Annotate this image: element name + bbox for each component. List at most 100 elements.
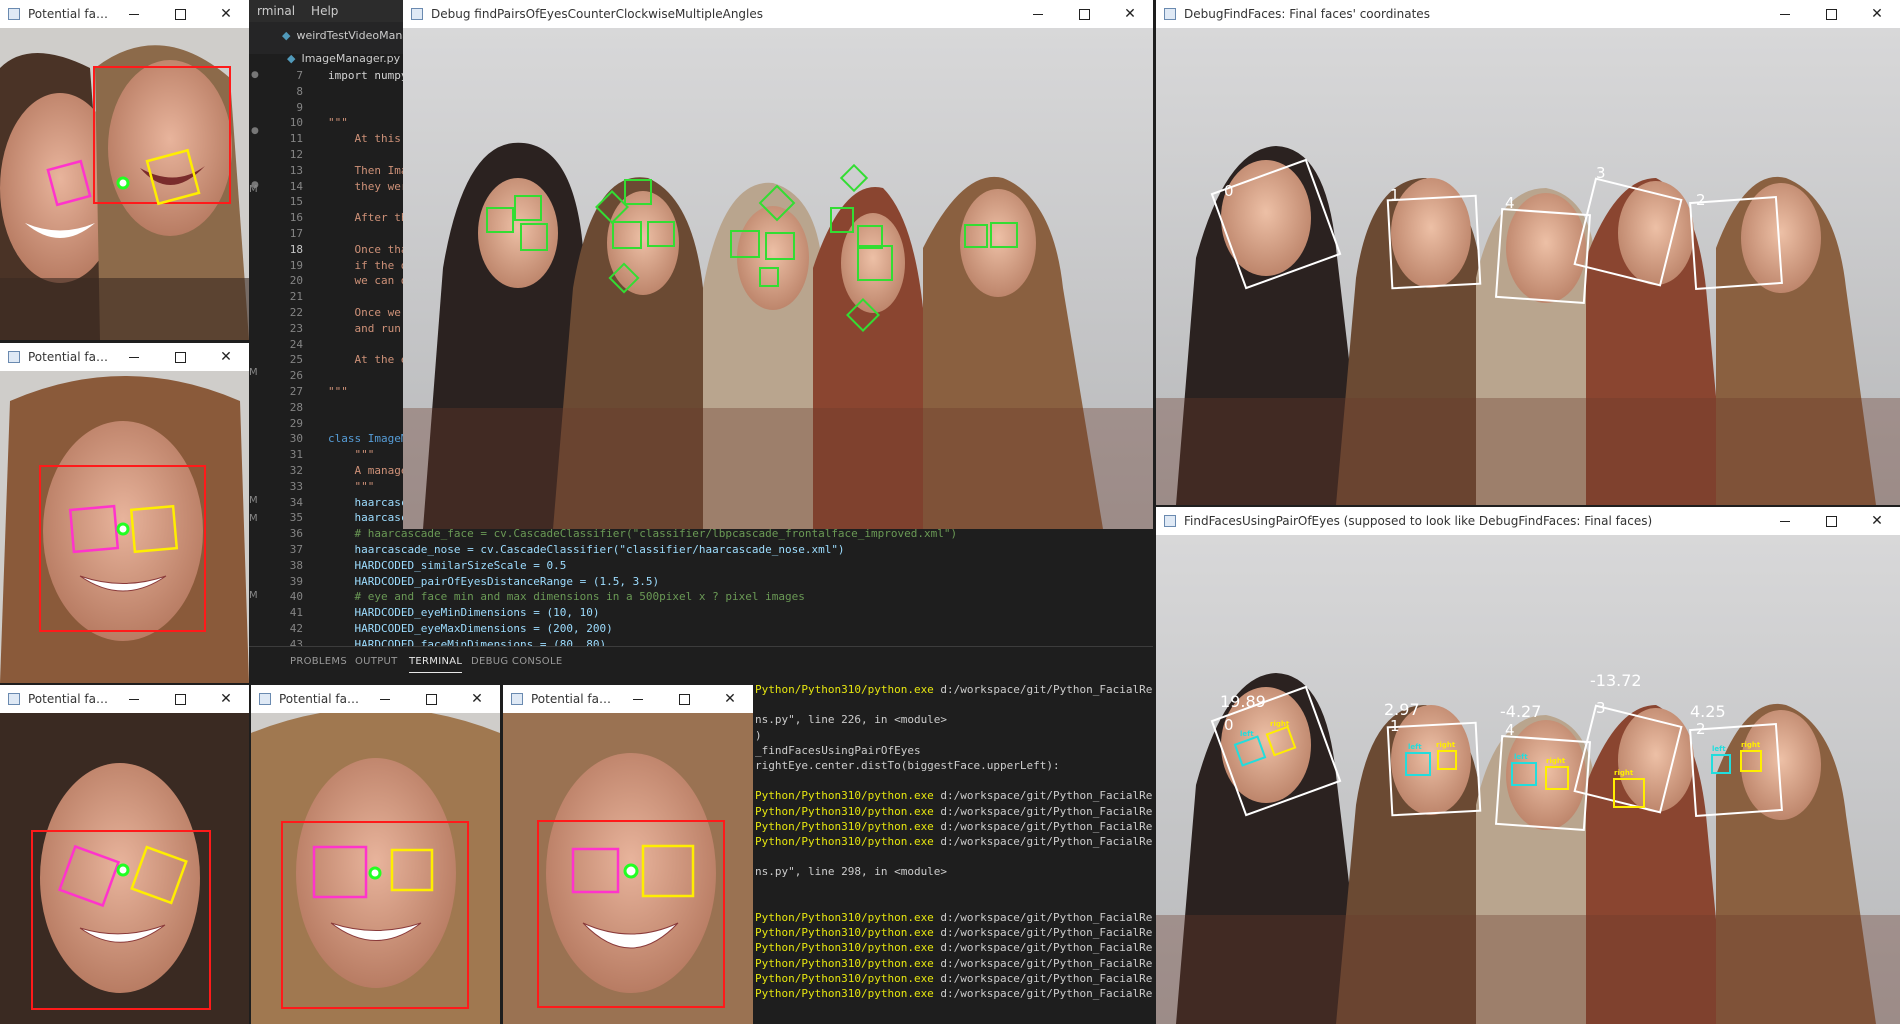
scm-dot: ● bbox=[251, 70, 259, 80]
menu-item-help[interactable]: Help bbox=[303, 4, 346, 18]
minimize-button[interactable] bbox=[362, 685, 408, 713]
line-number: 23 bbox=[289, 321, 303, 335]
terminal-text: ) bbox=[755, 728, 762, 742]
maximize-button[interactable] bbox=[1061, 0, 1107, 28]
terminal-text: d:/workspace/git/Python_FacialReg/test bbox=[940, 987, 1153, 1000]
code-line: HARDCODED_pairOfEyesDistanceRange = (1.5… bbox=[328, 574, 660, 588]
app-icon bbox=[8, 8, 20, 20]
terminal-command: Python/Python310/python.exe bbox=[755, 789, 934, 803]
terminal-line: ) bbox=[755, 728, 762, 743]
face-index-label: 1 bbox=[1390, 186, 1400, 204]
minimize-icon bbox=[129, 13, 139, 15]
terminal-text: _findFacesUsingPairOfEyes bbox=[755, 743, 921, 757]
close-button[interactable]: ✕ bbox=[454, 685, 500, 713]
line-number: 26 bbox=[289, 369, 303, 383]
title-bar[interactable]: Debug findPairsOfEyesCounterClockwiseMul… bbox=[403, 0, 1153, 28]
minimize-icon bbox=[129, 356, 139, 358]
right-eye-label: right bbox=[1741, 741, 1761, 749]
title-bar[interactable]: Potential face 5 ✕ bbox=[0, 343, 249, 371]
minimize-icon bbox=[633, 698, 643, 700]
line-number: 19 bbox=[289, 258, 303, 272]
terminal-line: Python/Python310/python.exe d:/workspace… bbox=[755, 971, 1153, 986]
maximize-button[interactable] bbox=[408, 685, 454, 713]
tab-weird-test-video-manager[interactable]: ◆ weirdTestVideoManag bbox=[282, 24, 416, 46]
tab-output[interactable]: OUTPUT bbox=[355, 656, 398, 667]
face-crop-image bbox=[0, 28, 249, 340]
terminal-command: Python/Python310/python.exe bbox=[755, 941, 934, 955]
tab-debug-console[interactable]: DEBUG CONSOLE bbox=[471, 656, 562, 667]
face-angle-label: 4.25 bbox=[1690, 702, 1726, 721]
title-bar[interactable]: Potential face 3 ✕ bbox=[503, 685, 753, 713]
tab-terminal[interactable]: TERMINAL bbox=[409, 656, 463, 673]
face-index-label: 1 bbox=[1390, 717, 1400, 735]
minimize-button[interactable] bbox=[1762, 507, 1808, 535]
line-number: 38 bbox=[289, 558, 303, 572]
terminal-command: Python/Python310/python.exe bbox=[755, 926, 934, 940]
face-index-label: 4 bbox=[1505, 721, 1515, 739]
line-number: 36 bbox=[289, 527, 303, 541]
title-bar[interactable]: FindFacesUsingPairOfEyes (supposed to lo… bbox=[1156, 507, 1900, 535]
line-number: 40 bbox=[289, 590, 303, 604]
tab-problems[interactable]: PROBLEMS bbox=[290, 656, 347, 667]
breadcrumb[interactable]: ◆ImageManager.py› bbox=[287, 48, 409, 68]
menu-item-terminal[interactable]: rminal bbox=[249, 4, 303, 18]
minimize-icon bbox=[1780, 520, 1790, 522]
group-photo-final-faces-image: 0 1 4 3 2 bbox=[1156, 28, 1900, 505]
minimize-icon bbox=[129, 698, 139, 700]
minimize-button[interactable] bbox=[1015, 0, 1061, 28]
left-eye-label: left bbox=[1240, 730, 1254, 738]
app-icon bbox=[8, 351, 20, 363]
close-button[interactable]: ✕ bbox=[1854, 507, 1900, 535]
minimize-button[interactable] bbox=[111, 343, 157, 371]
modified-marker: M bbox=[249, 495, 258, 506]
code-line: # eye and face min and max dimensions in… bbox=[328, 590, 805, 604]
title-bar[interactable]: Potential face 1 ✕ bbox=[0, 685, 249, 713]
maximize-button[interactable] bbox=[157, 685, 203, 713]
maximize-button[interactable] bbox=[1808, 0, 1854, 28]
minimize-button[interactable] bbox=[111, 685, 157, 713]
maximize-button[interactable] bbox=[157, 0, 203, 28]
face-index-label: 2 bbox=[1696, 191, 1706, 209]
minimize-button[interactable] bbox=[1762, 0, 1808, 28]
python-file-icon: ◆ bbox=[287, 51, 296, 65]
close-button[interactable]: ✕ bbox=[203, 685, 249, 713]
face-crop-image bbox=[0, 713, 249, 1024]
line-number: 34 bbox=[289, 495, 303, 509]
right-eye-label: right bbox=[1436, 741, 1456, 749]
terminal-line: Python/Python310/python.exe d:/workspace… bbox=[755, 940, 1153, 955]
window-title: DebugFindFaces: Final faces' coordinates bbox=[1184, 7, 1430, 21]
face-index-label: 4 bbox=[1505, 194, 1515, 212]
face-index-label: 3 bbox=[1596, 699, 1606, 717]
line-number: 13 bbox=[289, 163, 303, 177]
face-angle-label: 19.89 bbox=[1220, 692, 1266, 711]
face-angle-label: -13.72 bbox=[1590, 671, 1642, 690]
maximize-button[interactable] bbox=[157, 343, 203, 371]
close-icon: ✕ bbox=[1871, 6, 1883, 22]
close-button[interactable]: ✕ bbox=[1854, 0, 1900, 28]
close-icon: ✕ bbox=[220, 6, 232, 22]
terminal-text: d:/workspace/git/Python_FacialReg/test bbox=[940, 789, 1153, 803]
close-button[interactable]: ✕ bbox=[1107, 0, 1153, 28]
terminal-text: d:/workspace/git/Python_FacialReg/test bbox=[940, 819, 1153, 833]
title-bar[interactable]: DebugFindFaces: Final faces' coordinates… bbox=[1156, 0, 1900, 28]
terminal-command: Python/Python310/python.exe bbox=[755, 956, 934, 970]
line-number: 35 bbox=[289, 511, 303, 525]
close-button[interactable]: ✕ bbox=[203, 343, 249, 371]
window-potential-face-5: Potential face 5 ✕ bbox=[0, 343, 249, 683]
terminal-text: d:/workspace/git/Python_FacialReg/test bbox=[940, 911, 1153, 924]
terminal-command: Python/Python310/python.exe bbox=[755, 804, 934, 818]
minimize-button[interactable] bbox=[615, 685, 661, 713]
window-potential-face-4: Potential face 4 ✕ bbox=[0, 0, 249, 340]
window-title: Potential face 1 bbox=[28, 692, 111, 706]
title-bar[interactable]: Potential face 4 ✕ bbox=[0, 0, 249, 28]
title-bar[interactable]: Potential face 2 ✕ bbox=[251, 685, 500, 713]
line-number: 32 bbox=[289, 463, 303, 477]
minimize-button[interactable] bbox=[111, 0, 157, 28]
terminal-command: Python/Python310/python.exe bbox=[755, 683, 934, 696]
terminal-line: Python/Python310/python.exe d:/workspace… bbox=[755, 956, 1153, 971]
maximize-button[interactable] bbox=[661, 685, 707, 713]
close-button[interactable]: ✕ bbox=[707, 685, 753, 713]
line-number-gutter: 7 8 9 10 11 12 13 14 15 16 17 18 19 20 21 22 23 24 25 26 27 2… bbox=[249, 68, 319, 655]
close-button[interactable]: ✕ bbox=[203, 0, 249, 28]
maximize-button[interactable] bbox=[1808, 507, 1854, 535]
